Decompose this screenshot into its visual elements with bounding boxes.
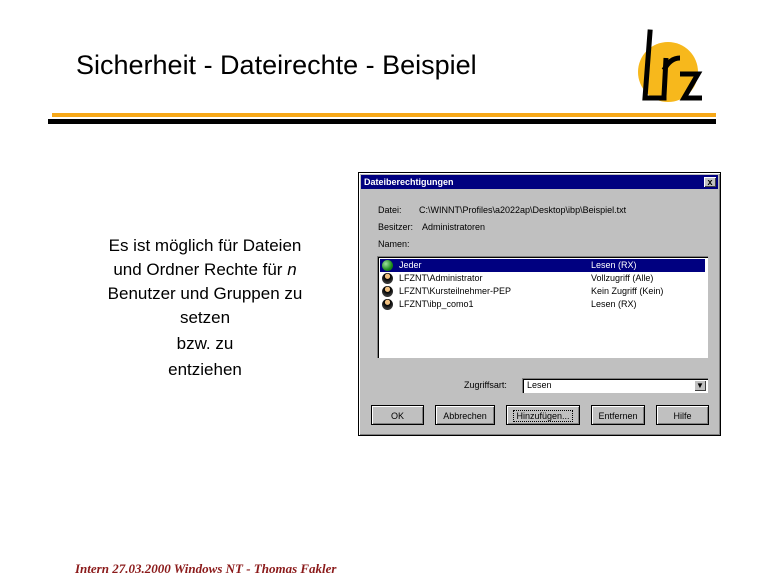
body-line: setzen <box>179 308 231 327</box>
cancel-button[interactable]: Abbrechen <box>435 405 495 425</box>
user-icon <box>382 286 393 297</box>
permissions-list[interactable]: Jeder Lesen (RX) LFZNT\Administrator Vol… <box>377 256 708 358</box>
list-item[interactable]: LFZNT\Administrator Vollzugriff (Alle) <box>380 272 705 285</box>
close-button[interactable]: x <box>704 177 716 187</box>
add-button[interactable]: Hinzufügen... <box>506 405 580 425</box>
body-line: entziehen <box>168 360 242 379</box>
title-divider <box>48 119 716 124</box>
list-item[interactable]: Jeder Lesen (RX) <box>380 259 705 272</box>
globe-icon <box>382 260 393 271</box>
user-icon <box>382 299 393 310</box>
body-line: und Ordner Rechte für n <box>113 260 297 279</box>
slide-title: Sicherheit - Dateirechte - Beispiel <box>76 50 477 80</box>
footer-text: Intern 27.03.2000 Windows NT - Thomas Fa… <box>75 561 337 576</box>
owner-label: Besitzer: <box>378 222 414 232</box>
dialog-title: Dateiberechtigungen <box>364 177 454 187</box>
user-icon <box>382 273 393 284</box>
accent-bar <box>52 113 716 117</box>
list-item[interactable]: LFZNT\ibp_como1 Lesen (RX) <box>380 298 705 311</box>
file-label: Datei: <box>378 205 402 215</box>
body-line: Es ist möglich für Dateien <box>108 236 302 255</box>
dialog-titlebar: Dateiberechtigungen x <box>361 175 718 189</box>
body-text: Es ist möglich für Dateien und Ordner Re… <box>70 234 340 382</box>
chevron-down-icon[interactable]: ▼ <box>694 380 706 391</box>
ok-button[interactable]: OK <box>371 405 424 425</box>
access-type-select[interactable]: Lesen ▼ <box>522 378 708 393</box>
access-type-label: Zugriffsart: <box>464 380 507 390</box>
remove-button[interactable]: Entfernen <box>591 405 645 425</box>
lrz-logo <box>638 29 703 102</box>
body-line: bzw. zu <box>176 334 234 353</box>
body-line: Benutzer und Gruppen zu <box>107 284 303 303</box>
file-permissions-dialog: Dateiberechtigungen x Datei: C:\WINNT\Pr… <box>358 172 721 436</box>
file-path: C:\WINNT\Profiles\a2022ap\Desktop\ibp\Be… <box>419 205 627 215</box>
names-label: Namen: <box>378 239 410 249</box>
list-item[interactable]: LFZNT\Kursteilnehmer-PEP Kein Zugriff (K… <box>380 285 705 298</box>
owner-value: Administratoren <box>422 222 486 232</box>
help-button[interactable]: Hilfe <box>656 405 709 425</box>
access-type-value: Lesen <box>527 380 552 390</box>
